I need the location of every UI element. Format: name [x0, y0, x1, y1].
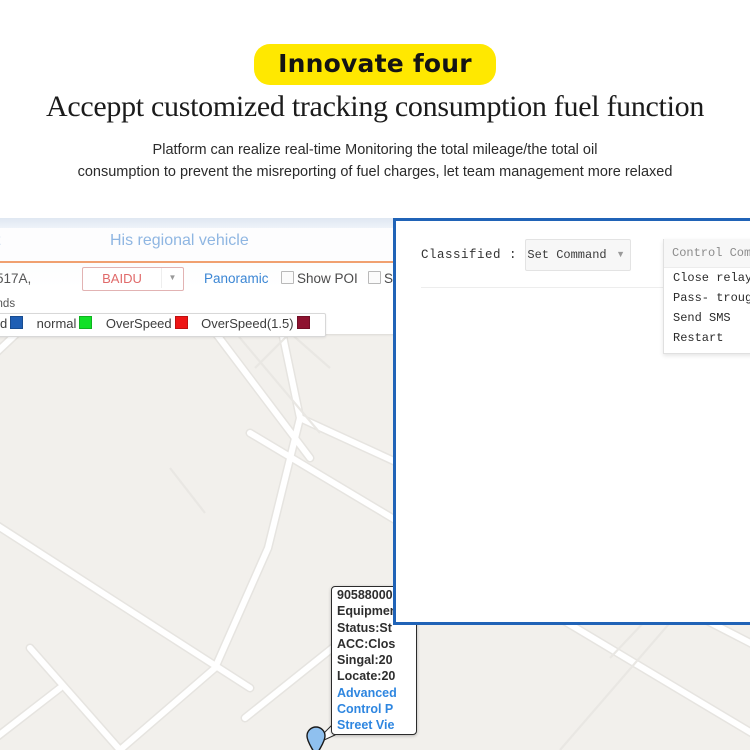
- subtitle-line-2: consumption to prevent the misreporting …: [77, 164, 673, 180]
- legend-item-overspeed: OverSpeed: [106, 316, 188, 331]
- legend-item-lowspeed: owSpeed: [0, 316, 24, 331]
- popup-line-acc: ACC:Clos: [337, 636, 396, 651]
- satellite-checkbox[interactable]: S: [368, 271, 393, 286]
- page-subtitle: Platform can realize real-time Monitorin…: [0, 139, 750, 183]
- legend-item-overspeed-15: OverSpeed(1.5): [201, 316, 310, 331]
- map-toolbar: Str. 517A, BAIDU ▼ Panoramic Show POI S: [0, 265, 396, 297]
- tab-regional-vehicle[interactable]: His regional vehicle: [110, 232, 249, 250]
- window-title-bar: [0, 218, 396, 228]
- window-tab-row: ement His regional vehicle: [0, 228, 396, 263]
- map-marker-pin[interactable]: [305, 726, 327, 750]
- checkbox-icon[interactable]: [368, 271, 381, 284]
- show-poi-checkbox[interactable]: Show POI: [281, 271, 358, 286]
- legend-label: owSpeed: [0, 316, 8, 331]
- set-command-value: Set Command: [527, 248, 607, 262]
- command-panel: Classified : Set Command ▼ Control Comma…: [393, 218, 750, 625]
- chevron-down-icon: ▼: [616, 249, 625, 259]
- popup-line-locate: Locate:20: [337, 669, 396, 684]
- control-command-header[interactable]: Control Comma: [664, 239, 750, 268]
- subtitle-line-1: Platform can realize real-time Monitorin…: [152, 142, 598, 158]
- set-command-select[interactable]: Set Command ▼: [525, 239, 631, 271]
- map-provider-value: BAIDU: [102, 271, 142, 286]
- popup-line-signal: Singal:20: [337, 653, 393, 668]
- legend-swatch-overspeed-15: [296, 316, 310, 329]
- menu-item-restart[interactable]: Restart: [664, 328, 750, 348]
- legend-item-normal: normal: [37, 316, 93, 331]
- menu-item-send-sms[interactable]: Send SMS: [664, 308, 750, 328]
- panoramic-link[interactable]: Panoramic: [204, 271, 269, 286]
- control-command-header-label: Control Comma: [672, 246, 750, 260]
- menu-item-close-relay[interactable]: Close relay | C: [664, 268, 750, 288]
- show-poi-label: Show POI: [297, 271, 358, 286]
- legend-swatch-overspeed: [174, 316, 188, 329]
- badge-container: Innovate four: [0, 44, 750, 85]
- chevron-down-icon: ▼: [161, 268, 183, 288]
- innovate-badge: Innovate four: [254, 44, 496, 85]
- legend-label: normal: [36, 316, 77, 331]
- legend-label: OverSpeed: [105, 316, 172, 331]
- seconds-label: econds: [0, 298, 16, 310]
- page-title: Acceppt customized tracking consumption …: [45, 90, 705, 123]
- popup-link-advanced[interactable]: Advanced: [332, 685, 416, 701]
- legend-swatch-lowspeed: [10, 316, 24, 329]
- popup-link-street-view[interactable]: Street Vie: [332, 717, 416, 733]
- checkbox-icon[interactable]: [281, 271, 294, 284]
- satellite-label: S: [384, 271, 394, 286]
- promo-header: Innovate four Acceppt customized trackin…: [0, 0, 750, 212]
- menu-item-pass-trough[interactable]: Pass- trough: [664, 288, 750, 308]
- legend-swatch-normal: [79, 316, 93, 329]
- legend-label: OverSpeed(1.5): [201, 316, 294, 331]
- popup-link-control-panel[interactable]: Control P: [332, 701, 416, 717]
- control-command-dropdown[interactable]: Control Comma Close relay | C Pass- trou…: [663, 239, 750, 354]
- address-text: Str. 517A,: [0, 271, 32, 286]
- speed-legend: owSpeed normal OverSpeed OverSpeed(1.5): [0, 313, 326, 337]
- classified-label: Classified :: [421, 248, 518, 262]
- control-command-menu-list: Close relay | C Pass- trough Send SMS Re…: [664, 268, 750, 348]
- map-provider-select[interactable]: BAIDU ▼: [82, 267, 184, 291]
- panel-divider: [421, 287, 674, 288]
